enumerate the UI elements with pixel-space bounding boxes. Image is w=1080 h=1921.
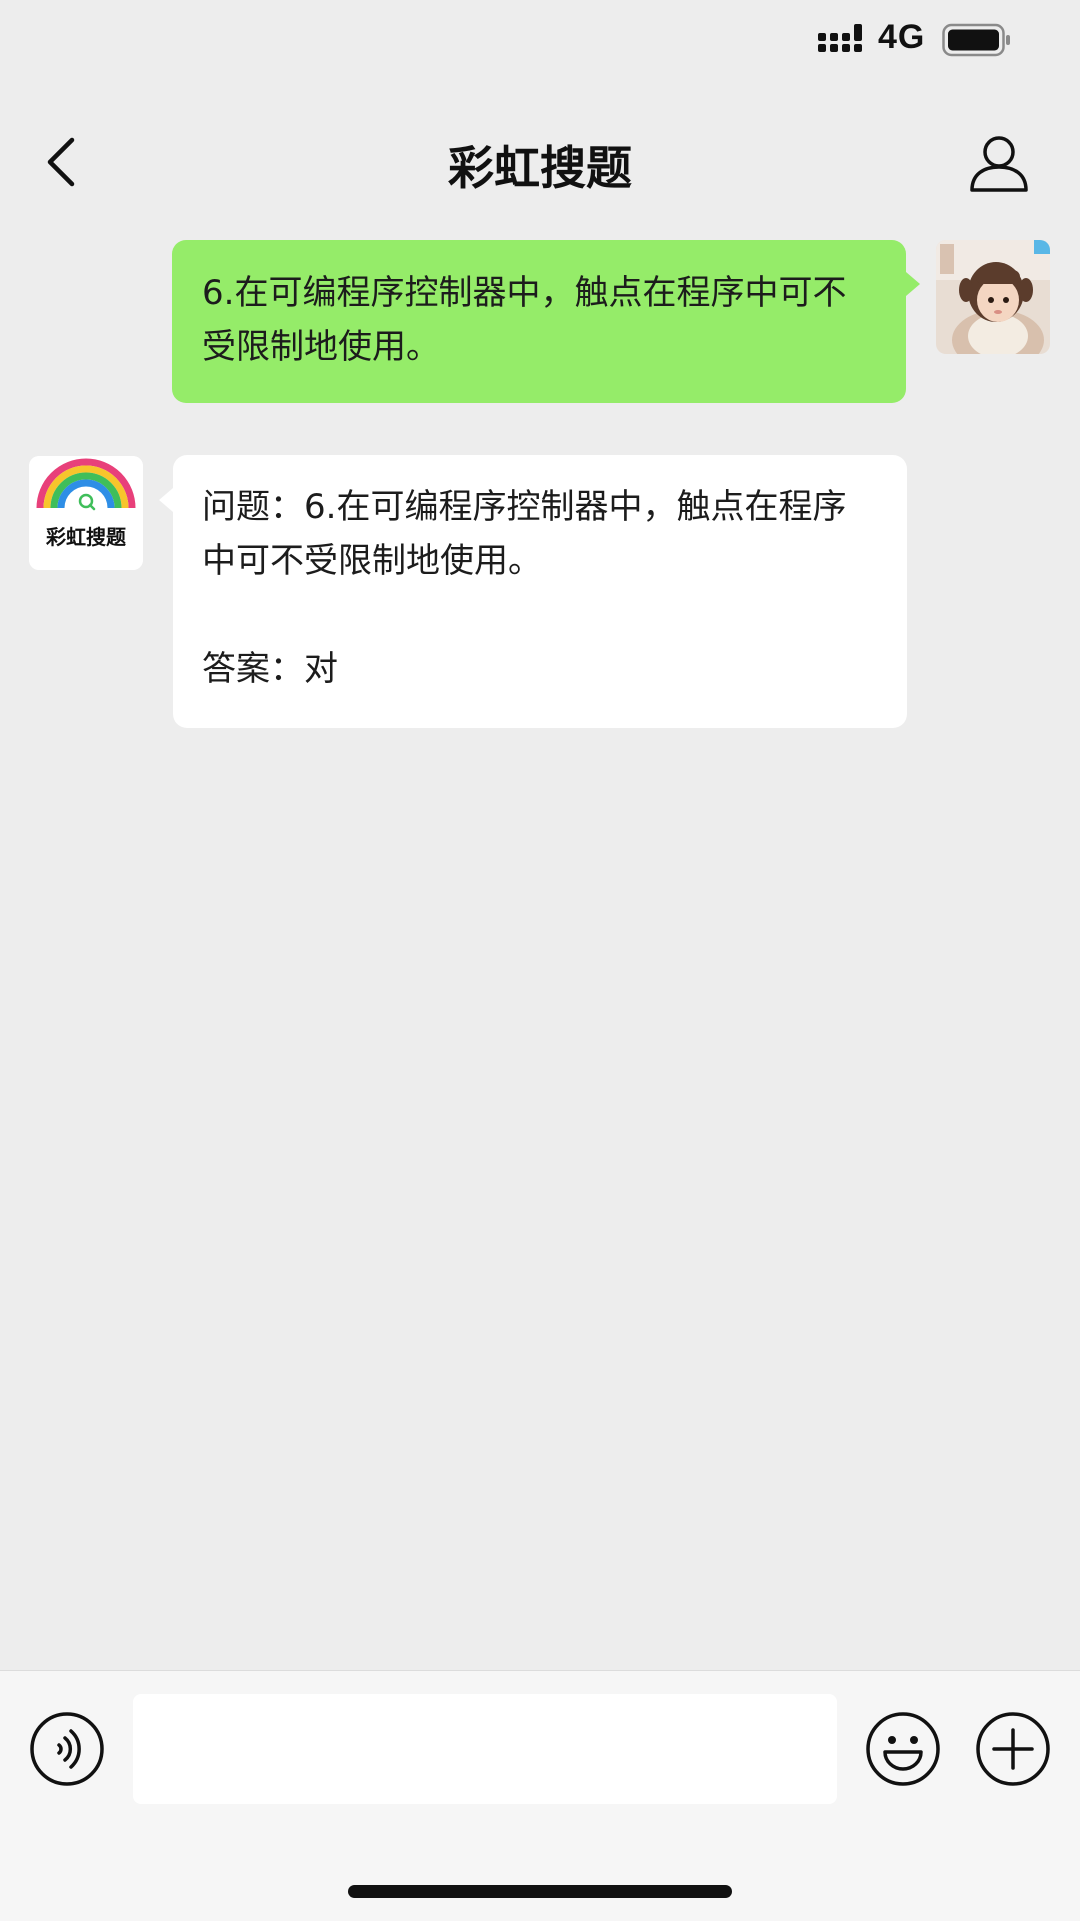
input-bar [0,1670,1080,1921]
plus-icon[interactable] [975,1711,1051,1787]
rainbow-logo-icon: 彩虹搜题 [29,456,143,570]
outgoing-message-bubble[interactable]: 6.在可编程序控制器中，触点在程序中可不受限制地使用。 [172,240,920,403]
question-text: 问题：6.在可编程序控制器中，触点在程序中可不受限制地使用。 [202,487,847,581]
nav-bar: 彩虹搜题 [0,110,1080,210]
message-input[interactable] [133,1694,837,1804]
battery-icon [942,23,1010,57]
logo-text: 彩虹搜题 [45,525,127,549]
answer-text: 答案：对 [202,649,338,689]
outgoing-message-text: 6.在可编程序控制器中，触点在程序中可不受限制地使用。 [202,273,847,367]
page-title: 彩虹搜题 [448,141,632,195]
child-photo-icon [936,240,1050,354]
network-label: 4G [878,18,926,56]
person-icon[interactable] [966,130,1032,196]
incoming-message-bubble[interactable]: 问题：6.在可编程序控制器中，触点在程序中可不受限制地使用。 答案：对 [159,455,907,728]
voice-icon[interactable] [29,1711,105,1787]
status-bar: 4G [0,0,1080,90]
signal-icon [818,24,862,52]
bot-avatar[interactable]: 彩虹搜题 [29,456,143,570]
home-indicator[interactable] [348,1885,732,1898]
emoji-icon[interactable] [865,1711,941,1787]
user-avatar[interactable] [936,240,1050,354]
